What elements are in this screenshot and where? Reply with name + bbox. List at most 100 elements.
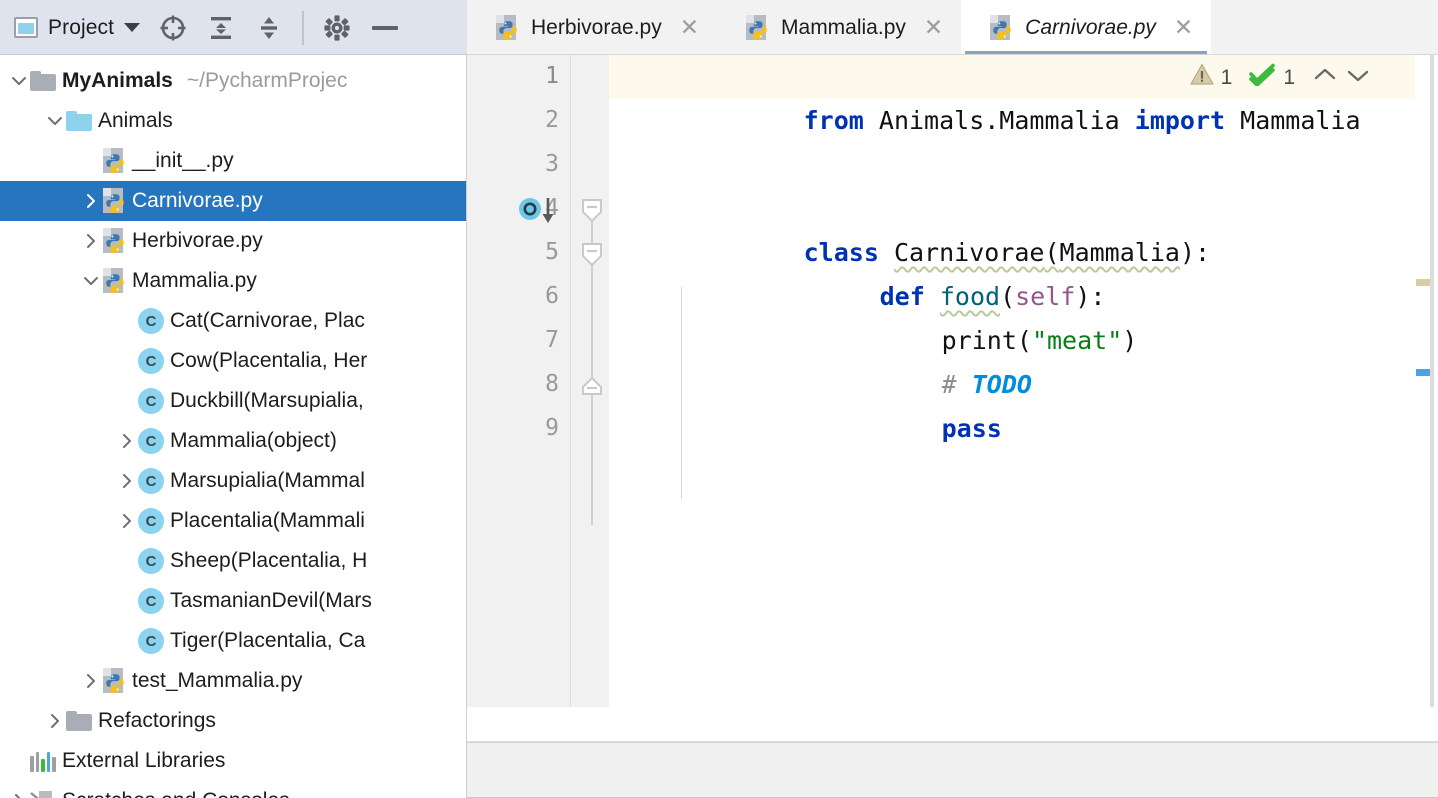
tree-expand-arrow[interactable]	[80, 670, 102, 692]
tree-expand-arrow[interactable]	[44, 710, 66, 732]
project-tree[interactable]: MyAnimals~/PycharmProjecAnimals__init__.…	[0, 55, 467, 798]
python-file-icon	[102, 188, 126, 214]
code-editor[interactable]: 123456789 from Animals.Mammalia import M…	[467, 55, 1438, 707]
tree-item-scratches[interactable]: Scratches and Consoles	[0, 781, 467, 798]
tree-item-sheep-class[interactable]: CSheep(Placentalia, H	[0, 541, 467, 581]
inspection-widget[interactable]: 1 1	[1190, 63, 1371, 92]
tab-close-icon[interactable]: ✕	[680, 16, 699, 39]
tab-close-icon[interactable]: ✕	[924, 16, 943, 39]
hide-panel-icon[interactable]	[370, 13, 400, 43]
tab-close-icon[interactable]: ✕	[1174, 16, 1193, 39]
line-number-2: 2	[499, 107, 559, 133]
line-number-6: 6	[499, 283, 559, 309]
tab-carnivorae[interactable]: Carnivorae.py ✕	[961, 0, 1211, 55]
scratches-icon	[30, 790, 56, 798]
fold-marker-line-5[interactable]	[578, 241, 606, 267]
error-stripe[interactable]	[1415, 55, 1438, 707]
tree-item-test-mammalia-py[interactable]: test_Mammalia.py	[0, 661, 467, 701]
tree-item-herbivorae-py[interactable]: Herbivorae.py	[0, 221, 467, 261]
line-number-8: 8	[499, 371, 559, 397]
tab-label: Herbivorae.py	[531, 16, 662, 40]
overrides-method-icon[interactable]	[517, 197, 565, 225]
locate-target-icon[interactable]	[158, 13, 188, 43]
tree-item-marsupialia-class[interactable]: CMarsupialia(Mammal	[0, 461, 467, 501]
code-folding-gutter[interactable]	[571, 55, 609, 707]
python-file-icon	[102, 148, 126, 174]
pycharm-window: Project	[0, 0, 1438, 798]
line-number-1: 1	[499, 63, 559, 89]
tree-item-external-libraries[interactable]: External Libraries	[0, 741, 467, 781]
token-paren-close: )	[1122, 326, 1137, 355]
tree-item-carnivorae-py[interactable]: Carnivorae.py	[0, 181, 467, 221]
tree-item-label: Scratches and Consoles	[62, 789, 290, 798]
project-panel-title: Project	[48, 16, 114, 40]
tree-expand-arrow[interactable]	[8, 790, 30, 798]
collapse-all-icon[interactable]	[254, 13, 284, 43]
tab-mammalia[interactable]: Mammalia.py ✕	[717, 0, 961, 55]
chevron-down-icon[interactable]	[124, 23, 140, 32]
tree-item-placentalia-class[interactable]: CPlacentalia(Mammali	[0, 501, 467, 541]
status-bar	[467, 742, 1438, 798]
line-number-gutter[interactable]: 123456789	[467, 55, 571, 707]
expand-all-icon[interactable]	[206, 13, 236, 43]
tree-collapse-arrow[interactable]	[80, 270, 102, 292]
class-icon: C	[138, 308, 164, 334]
python-file-icon	[102, 668, 126, 694]
top-row: Project	[0, 0, 1438, 55]
tree-expand-arrow[interactable]	[80, 230, 102, 252]
tree-item-label: Refactorings	[98, 709, 216, 733]
settings-gear-icon[interactable]	[322, 13, 352, 43]
class-icon: C	[138, 628, 164, 654]
editor-tab-bar: Herbivorae.py ✕ Mammalia.py ✕	[467, 0, 1438, 55]
tree-item-duckbill-class[interactable]: CDuckbill(Marsupialia,	[0, 381, 467, 421]
project-toolbar: Project	[0, 0, 467, 55]
class-icon: C	[138, 428, 164, 454]
tree-item-myanimals[interactable]: MyAnimals~/PycharmProjec	[0, 61, 467, 101]
tree-collapse-arrow[interactable]	[8, 70, 30, 92]
tree-item-animals[interactable]: Animals	[0, 101, 467, 141]
ok-count: 1	[1283, 66, 1295, 90]
tree-item-label: TasmanianDevil(Mars	[170, 589, 372, 613]
warning-triangle-icon[interactable]	[1190, 63, 1214, 92]
tree-item-mammalia-py[interactable]: Mammalia.py	[0, 261, 467, 301]
toolbar-divider	[302, 11, 304, 45]
fold-marker-line-4[interactable]	[578, 197, 606, 223]
tree-item-cow-class[interactable]: CCow(Placentalia, Her	[0, 341, 467, 381]
tree-expand-arrow[interactable]	[116, 510, 138, 532]
tree-expand-arrow[interactable]	[116, 430, 138, 452]
tree-item-label: Placentalia(Mammali	[170, 509, 365, 533]
tree-item-label: Cow(Placentalia, Her	[170, 349, 367, 373]
inspection-ok-icon[interactable]	[1249, 63, 1276, 92]
tree-item-tasmaniandevil-class[interactable]: CTasmanianDevil(Mars	[0, 581, 467, 621]
python-file-icon	[745, 15, 769, 41]
class-icon: C	[138, 588, 164, 614]
fold-marker-line-8[interactable]	[578, 373, 606, 399]
warning-stripe-mark[interactable]	[1416, 279, 1434, 286]
tree-item-init-py[interactable]: __init__.py	[0, 141, 467, 181]
tab-herbivorae[interactable]: Herbivorae.py ✕	[467, 0, 717, 55]
tree-item-mammalia-class[interactable]: CMammalia(object)	[0, 421, 467, 461]
editor-area: 123456789 from Animals.Mammalia import M…	[467, 55, 1438, 798]
tree-item-label: Mammalia.py	[132, 269, 257, 293]
tree-collapse-arrow[interactable]	[44, 110, 66, 132]
tree-expand-arrow[interactable]	[116, 470, 138, 492]
tree-expand-arrow[interactable]	[80, 190, 102, 212]
main-body: MyAnimals~/PycharmProjecAnimals__init__.…	[0, 55, 1438, 798]
caret-stripe-mark[interactable]	[1416, 369, 1434, 376]
tree-item-tiger-class[interactable]: CTiger(Placentalia, Ca	[0, 621, 467, 661]
code-content[interactable]: from Animals.Mammalia import Mammalia cl…	[609, 55, 1415, 707]
editor-bottom-edge	[467, 707, 1438, 742]
tree-item-refactorings[interactable]: Refactorings	[0, 701, 467, 741]
tree-item-path: ~/PycharmProjec	[187, 69, 347, 93]
line-number-3: 3	[499, 151, 559, 177]
chevron-down-icon[interactable]	[1345, 66, 1371, 90]
class-icon: C	[138, 508, 164, 534]
tree-item-label: External Libraries	[62, 749, 225, 773]
token-keyword-import: import	[1135, 106, 1225, 135]
chevron-up-icon[interactable]	[1312, 66, 1338, 90]
tree-item-cat-class[interactable]: CCat(Carnivorae, Plac	[0, 301, 467, 341]
python-file-icon	[102, 228, 126, 254]
tree-item-label: Marsupialia(Mammal	[170, 469, 365, 493]
warning-count: 1	[1221, 66, 1233, 90]
tree-item-label: Mammalia(object)	[170, 429, 337, 453]
